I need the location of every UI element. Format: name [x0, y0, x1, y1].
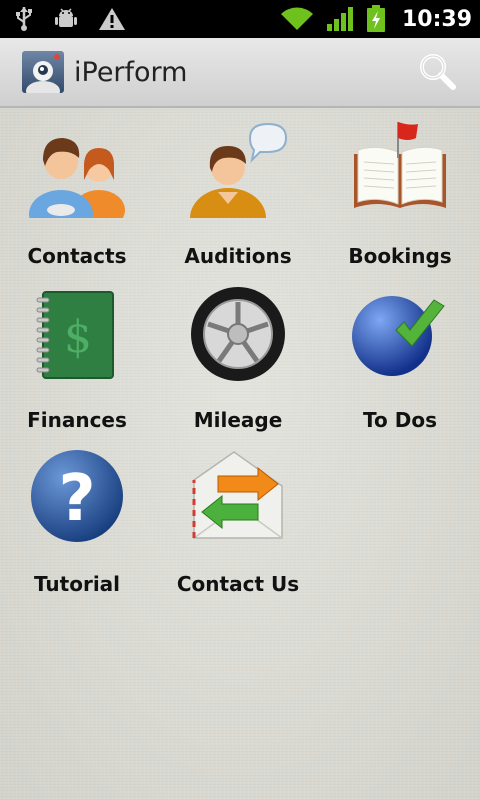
mileage-icon [191, 287, 285, 381]
bookings-icon [354, 122, 446, 208]
tutorial-icon: ? [31, 450, 123, 542]
tile-tutorial[interactable]: ? Tutorial [0, 436, 157, 600]
tile-label: To Dos [363, 408, 437, 432]
tile-label: Contact Us [176, 572, 300, 596]
android-debug-icon [55, 8, 77, 27]
dashboard-grid: Contacts Auditions Bookings $ Finances M… [0, 108, 480, 800]
app-logo-icon[interactable] [22, 51, 64, 93]
action-bar: iPerform [0, 38, 480, 108]
tile-contacts[interactable]: Contacts [0, 108, 157, 272]
svg-text:?: ? [58, 462, 95, 536]
contact-us-icon [192, 451, 283, 539]
warning-icon [99, 8, 125, 30]
battery-charging-icon [366, 5, 385, 32]
search-button[interactable] [416, 50, 460, 94]
svg-text:$: $ [64, 312, 92, 363]
auditions-icon [190, 122, 288, 218]
tile-label: Mileage [193, 408, 283, 432]
tile-label: Contacts [27, 244, 127, 268]
wifi-icon [280, 7, 313, 30]
app-title: iPerform [74, 57, 188, 88]
tile-auditions[interactable]: Auditions [158, 108, 318, 272]
signal-icon [326, 7, 353, 31]
tile-todos[interactable]: To Dos [320, 272, 480, 436]
tile-label: Auditions [184, 244, 292, 268]
status-bar: 10:39 [0, 0, 480, 38]
finances-icon: $ [36, 291, 114, 379]
tile-label: Tutorial [33, 572, 121, 596]
contacts-icon [29, 138, 125, 218]
tile-contact-us[interactable]: Contact Us [158, 436, 318, 600]
search-icon [420, 54, 456, 90]
usb-icon [16, 7, 32, 31]
tile-label: Finances [27, 408, 127, 432]
tile-label: Bookings [348, 244, 452, 268]
todos-icon [352, 296, 445, 376]
tile-mileage[interactable]: Mileage [158, 272, 318, 436]
tile-finances[interactable]: $ Finances [0, 272, 157, 436]
tile-bookings[interactable]: Bookings [320, 108, 480, 272]
clock: 10:39 [401, 6, 472, 32]
